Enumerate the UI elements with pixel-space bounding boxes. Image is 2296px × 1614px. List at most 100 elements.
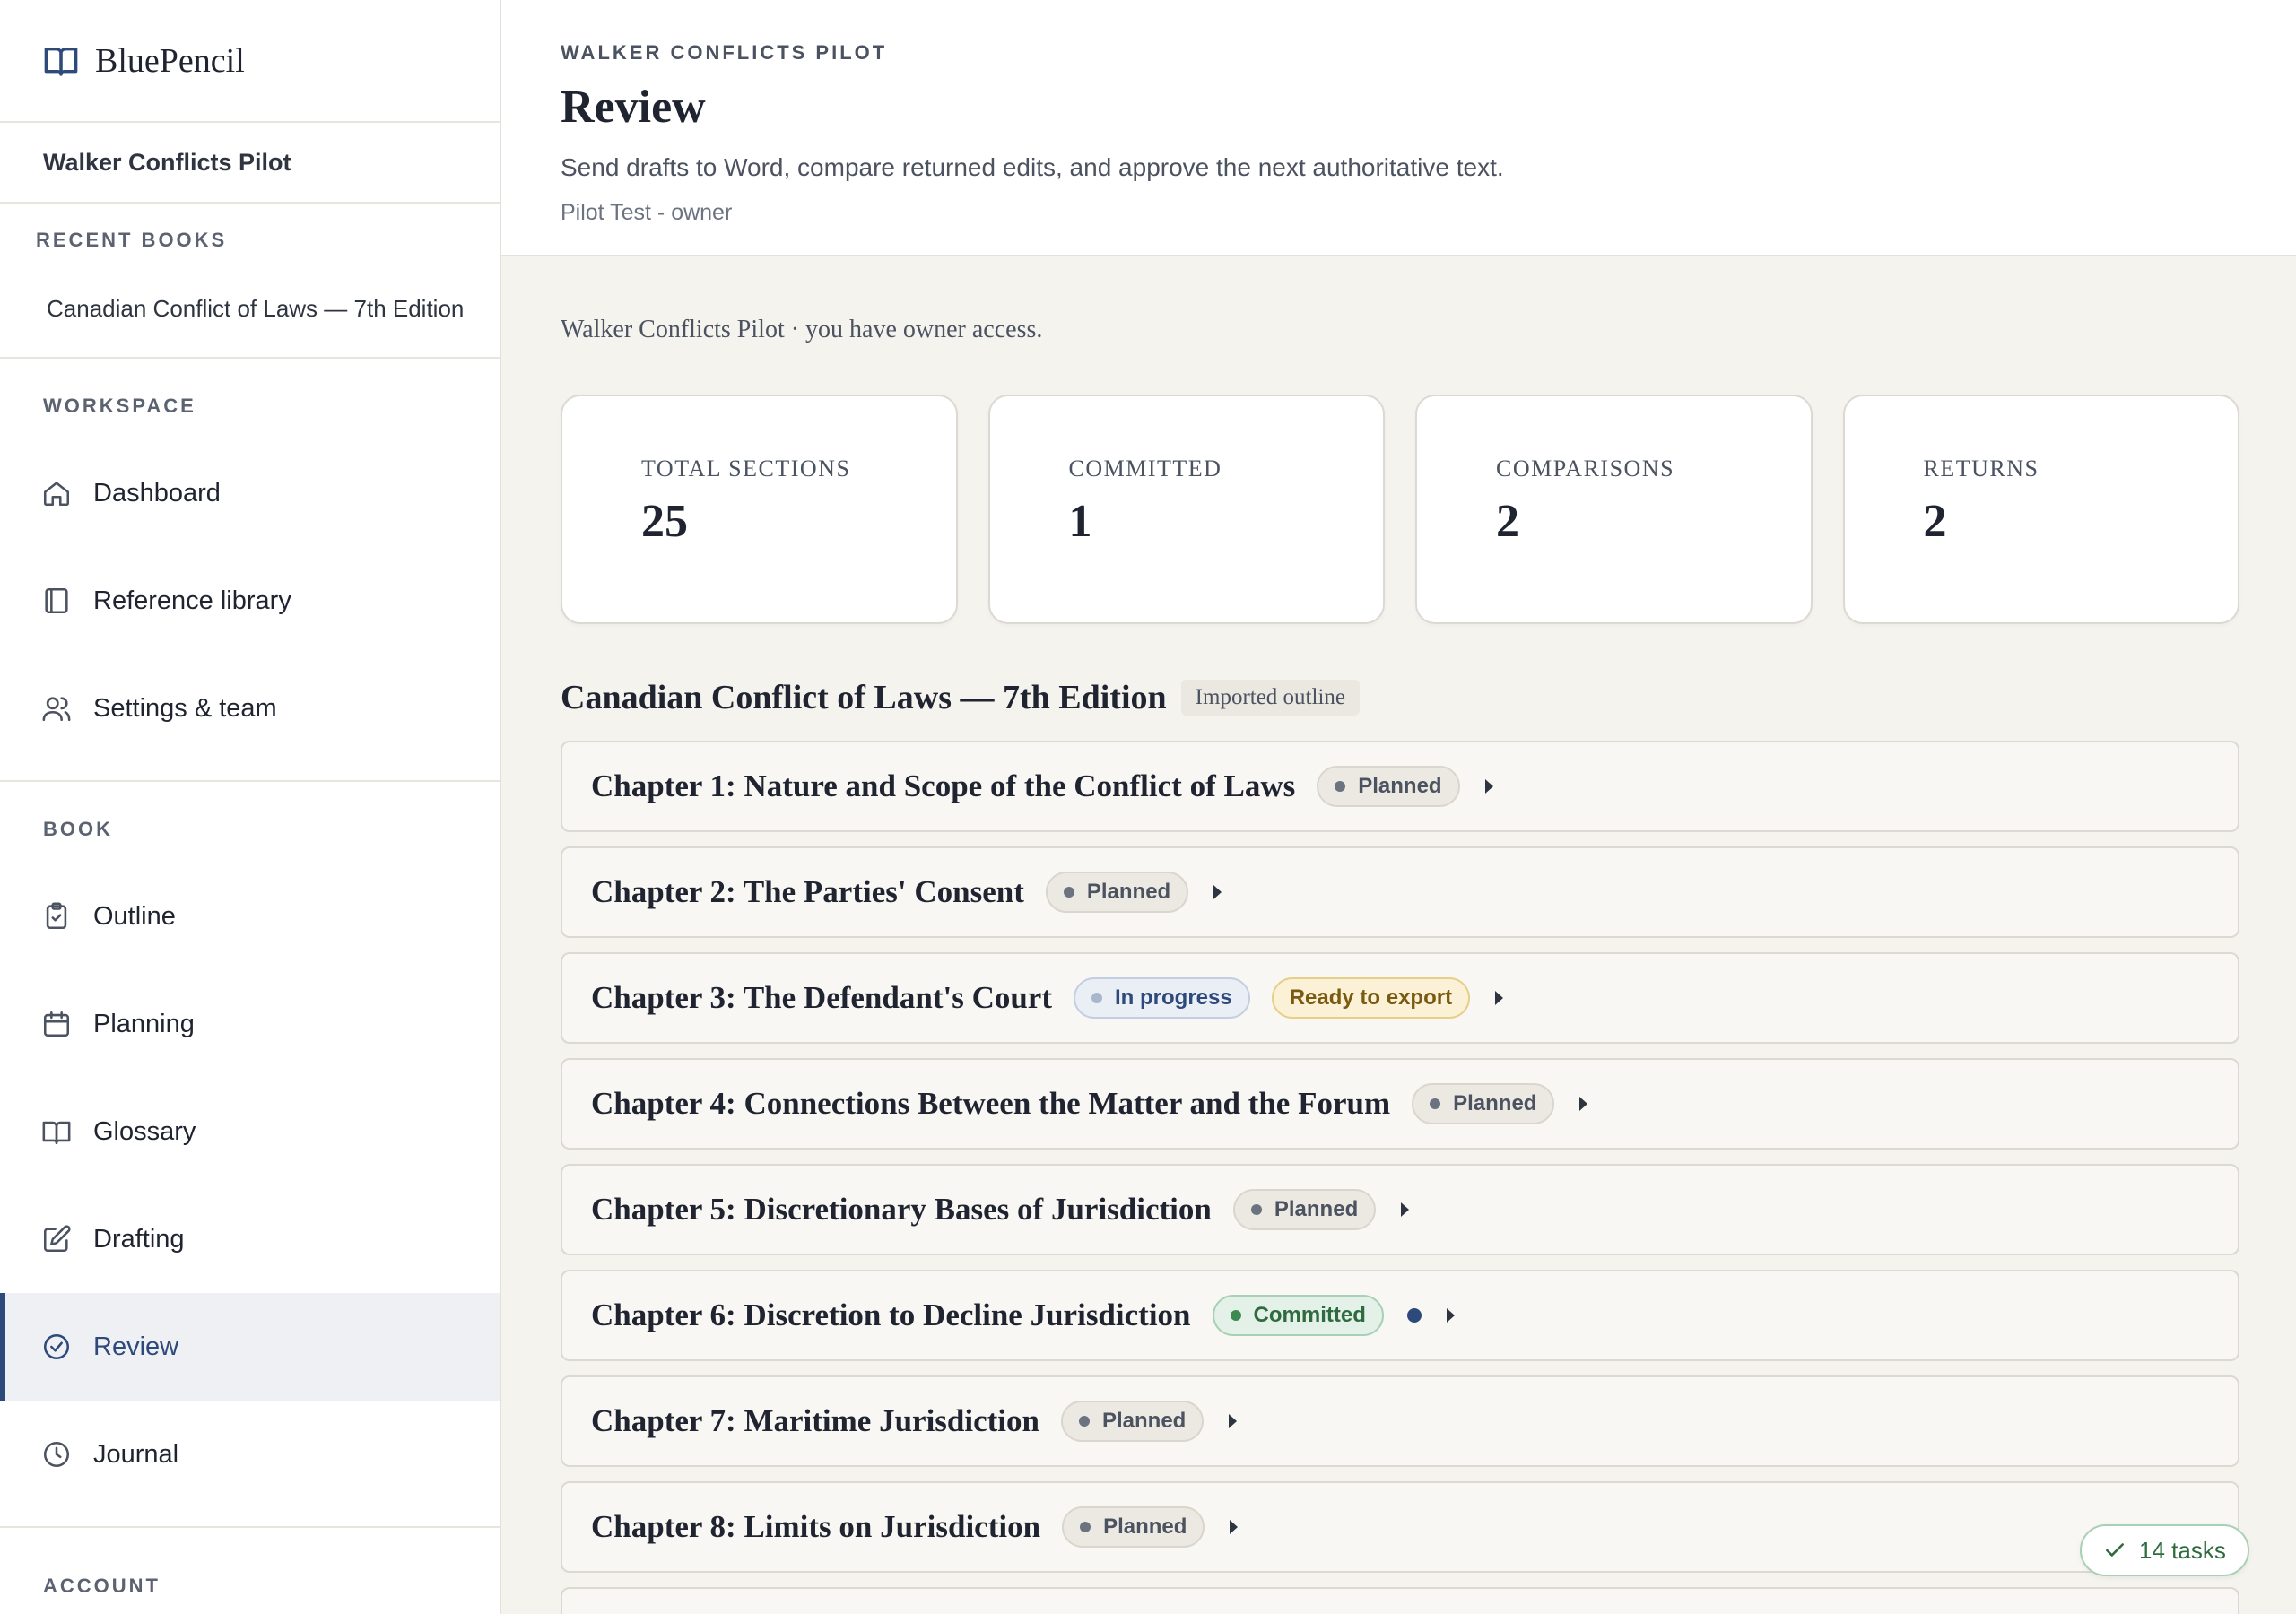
sidebar-item-glossary[interactable]: Glossary xyxy=(0,1078,500,1185)
chapter-row[interactable]: Chapter 6: Discretion to Decline Jurisdi… xyxy=(561,1270,2239,1361)
export-badge: Ready to export xyxy=(1271,977,1471,1019)
account-label: ACCOUNT xyxy=(43,1575,161,1597)
status-dot-icon xyxy=(1080,1522,1091,1532)
stat-comparisons: COMPARISONS 2 xyxy=(1415,395,1813,624)
page-header: WALKER CONFLICTS PILOT Review Send draft… xyxy=(501,0,2296,256)
sidebar-item-label: Settings & team xyxy=(93,693,277,723)
edit-icon xyxy=(43,1225,71,1253)
chapter-row[interactable]: Chapter 7: Maritime Jurisdiction Planned xyxy=(561,1375,2239,1467)
chapter-row[interactable]: Chapter 4: Connections Between the Matte… xyxy=(561,1058,2239,1150)
clock-icon xyxy=(43,1441,70,1468)
status-label: Planned xyxy=(1101,1409,1187,1433)
status-dot-icon xyxy=(1250,1204,1262,1215)
page-description: Send drafts to Word, compare returned ed… xyxy=(561,153,1504,181)
chapter-list: Chapter 1: Nature and Scope of the Confl… xyxy=(561,741,2239,1614)
chapter-title: Chapter 6: Discretion to Decline Jurisdi… xyxy=(591,1297,1191,1332)
workspace-group: WORKSPACE Dashboard Reference library Se… xyxy=(0,359,500,782)
caret-right-icon[interactable] xyxy=(1230,1520,1239,1534)
sidebar-item-settings-team[interactable]: Settings & team xyxy=(0,655,500,762)
status-dot-icon xyxy=(1230,1310,1241,1321)
status-dot-icon xyxy=(1091,993,1102,1003)
sidebar-item-label: Review xyxy=(93,1332,179,1361)
main-content: WALKER CONFLICTS PILOT Review Send draft… xyxy=(501,0,2296,1614)
clipboard-icon xyxy=(46,902,67,930)
sidebar-item-review[interactable]: Review xyxy=(0,1293,500,1401)
stats-row: TOTAL SECTIONS 25 COMMITTED 1 COMPARISON… xyxy=(561,395,2239,624)
sidebar-item-label: Planning xyxy=(93,1009,195,1038)
recent-book-item[interactable]: Canadian Conflict of Laws — 7th Edition xyxy=(0,252,500,323)
recent-books: RECENT BOOKS Canadian Conflict of Laws —… xyxy=(0,204,500,359)
stat-label: TOTAL SECTIONS xyxy=(641,456,851,482)
chapter-row[interactable]: Chapter 2: The Parties' Consent Planned xyxy=(561,846,2239,938)
status-label: Committed xyxy=(1253,1303,1366,1327)
sidebar-item-dashboard[interactable]: Dashboard xyxy=(0,439,500,547)
status-badge: Planned xyxy=(1062,1506,1205,1548)
stat-value: 2 xyxy=(1496,496,1519,547)
chapter-title: Chapter 2: The Parties' Consent xyxy=(591,874,1024,909)
status-label: In progress xyxy=(1115,985,1232,1010)
tasks-button[interactable]: 14 tasks xyxy=(2080,1524,2249,1576)
stat-label: COMPARISONS xyxy=(1496,456,1675,482)
caret-right-icon[interactable] xyxy=(1213,885,1222,899)
caret-right-icon[interactable] xyxy=(1495,991,1504,1005)
access-line: Walker Conflicts Pilot · you have owner … xyxy=(561,316,1043,343)
status-label: Planned xyxy=(1453,1091,1537,1115)
chapter-row-partial[interactable] xyxy=(561,1587,2239,1614)
sidebar-item-label: Drafting xyxy=(93,1224,185,1254)
chapter-title: Chapter 4: Connections Between the Matte… xyxy=(591,1086,1391,1121)
stat-value: 25 xyxy=(641,496,688,547)
status-badge: Committed xyxy=(1212,1295,1384,1336)
sidebar-item-drafting[interactable]: Drafting xyxy=(0,1185,500,1293)
chapter-title: Chapter 1: Nature and Scope of the Confl… xyxy=(591,768,1296,803)
stat-total-sections: TOTAL SECTIONS 25 xyxy=(561,395,958,624)
status-badge: Planned xyxy=(1045,872,1189,913)
brand-name: BluePencil xyxy=(95,41,245,80)
caret-right-icon[interactable] xyxy=(1484,779,1493,794)
chapter-row[interactable]: Chapter 1: Nature and Scope of the Confl… xyxy=(561,741,2239,832)
chapter-title: Chapter 5: Discretionary Bases of Jurisd… xyxy=(591,1192,1212,1227)
sidebar-item-planning[interactable]: Planning xyxy=(0,970,500,1078)
sidebar-item-label: Journal xyxy=(93,1439,179,1469)
page-eyebrow: WALKER CONFLICTS PILOT xyxy=(561,41,888,64)
stat-value: 1 xyxy=(1068,496,1092,547)
stat-value: 2 xyxy=(1923,496,1947,547)
workspace-label: WORKSPACE xyxy=(43,395,196,417)
status-dot-icon xyxy=(1063,887,1074,898)
stat-committed: COMMITTED 1 xyxy=(987,395,1385,624)
caret-right-icon[interactable] xyxy=(1579,1097,1588,1111)
project-name[interactable]: Walker Conflicts Pilot xyxy=(0,123,500,204)
book-badge: Imported outline xyxy=(1180,680,1360,716)
status-badge: In progress xyxy=(1074,977,1250,1019)
book-group: BOOK Outline Planning Glossary Drafting … xyxy=(0,782,500,1528)
indicator-dot-icon xyxy=(1406,1308,1422,1323)
status-label: Planned xyxy=(1086,880,1171,904)
chapter-row[interactable]: Chapter 5: Discretionary Bases of Jurisd… xyxy=(561,1164,2239,1255)
chapter-row[interactable]: Chapter 8: Limits on Jurisdiction Planne… xyxy=(561,1481,2239,1573)
chapter-row[interactable]: Chapter 3: The Defendant's Court In prog… xyxy=(561,952,2239,1044)
book-logo-icon xyxy=(44,47,78,76)
status-dot-icon xyxy=(1335,781,1346,792)
sidebar-item-label: Outline xyxy=(93,901,176,931)
check-icon xyxy=(2106,1543,2124,1557)
caret-right-icon[interactable] xyxy=(1229,1414,1238,1428)
caret-right-icon[interactable] xyxy=(1446,1308,1455,1323)
recent-books-label: RECENT BOOKS xyxy=(36,229,228,251)
status-dot-icon xyxy=(1430,1098,1441,1109)
check-circle-icon xyxy=(43,1333,70,1360)
sidebar-item-outline[interactable]: Outline xyxy=(0,863,500,970)
open-book-icon xyxy=(42,1121,71,1145)
chapter-title: Chapter 7: Maritime Jurisdiction xyxy=(591,1403,1039,1438)
chapter-title: Chapter 8: Limits on Jurisdiction xyxy=(591,1509,1041,1544)
status-label: Planned xyxy=(1358,774,1442,798)
book-label: BOOK xyxy=(43,818,113,840)
caret-right-icon[interactable] xyxy=(1401,1202,1410,1217)
stat-label: COMMITTED xyxy=(1068,456,1222,482)
status-badge: Planned xyxy=(1412,1083,1555,1124)
book-heading: Canadian Conflict of Laws — 7th Edition … xyxy=(561,678,1360,717)
sidebar-item-reference-library[interactable]: Reference library xyxy=(0,547,500,655)
brand[interactable]: BluePencil xyxy=(0,0,500,123)
sidebar-item-journal[interactable]: Journal xyxy=(0,1401,500,1508)
page-title: Review xyxy=(561,82,706,133)
sidebar-item-label: Dashboard xyxy=(93,478,221,508)
status-label: Planned xyxy=(1274,1197,1359,1221)
